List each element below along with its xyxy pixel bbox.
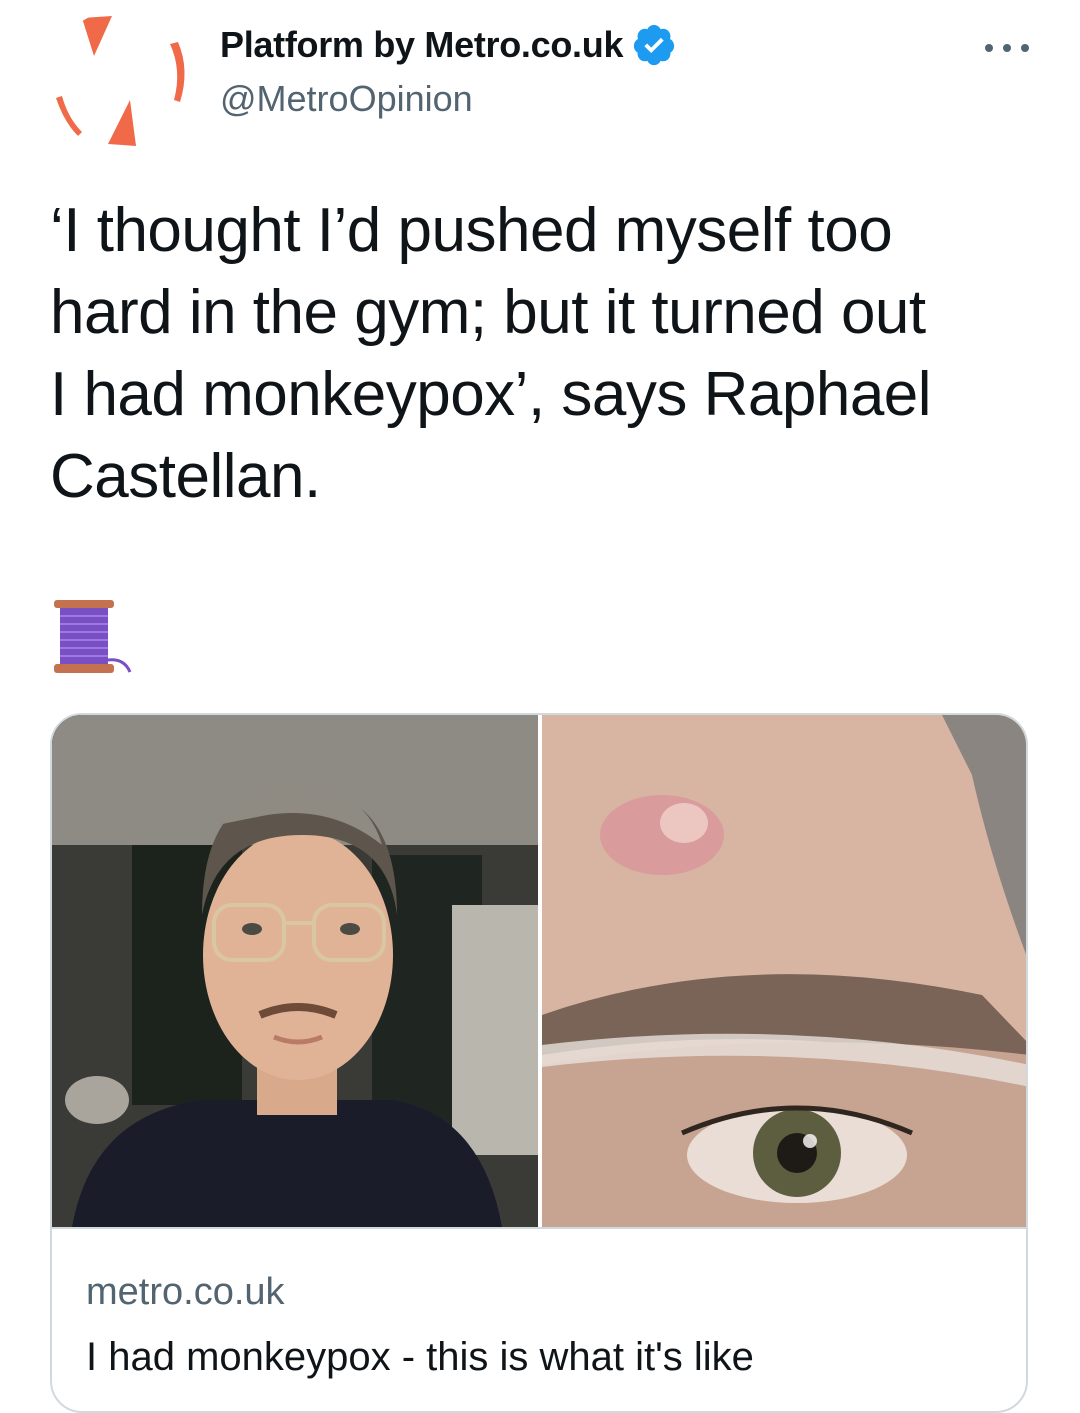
tweet-text: ‘I thought I’d pushed myself too hard in… <box>50 196 932 511</box>
avatar[interactable] <box>50 10 190 150</box>
skin-lesion-photo <box>542 715 1026 1227</box>
tweet-header: Platform by Metro.co.uk @MetroOpinion <box>220 22 677 120</box>
more-options-button[interactable] <box>985 38 1029 58</box>
card-title[interactable]: I had monkeypox - this is what it's like <box>86 1335 754 1380</box>
portrait-photo <box>52 715 538 1227</box>
handle[interactable]: @MetroOpinion <box>220 78 677 120</box>
display-name[interactable]: Platform by Metro.co.uk <box>220 24 623 66</box>
verified-check-icon <box>634 24 675 66</box>
more-horizontal-icon <box>985 44 993 52</box>
metro-logo-icon <box>56 16 185 146</box>
spool-of-thread-icon <box>54 600 132 673</box>
card-domain: metro.co.uk <box>86 1271 285 1313</box>
link-card[interactable]: metro.co.uk I had monkeypox - this is wh… <box>50 713 1028 1413</box>
